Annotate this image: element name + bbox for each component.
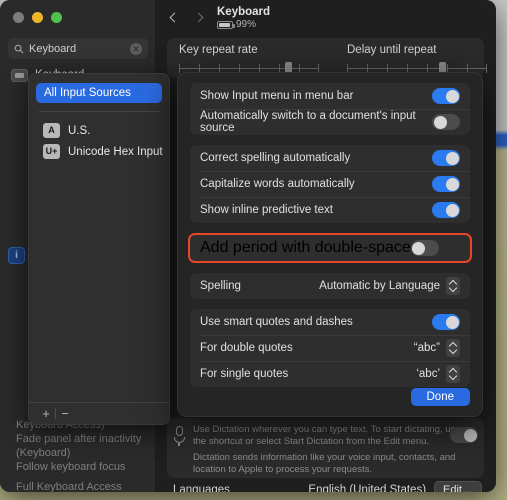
row-auto-switch-input-source[interactable]: Automatically switch to a document's inp… xyxy=(190,109,470,135)
page-title: Keyboard xyxy=(217,6,271,18)
search-icon xyxy=(14,44,24,53)
spelling-value: Automatic by Language xyxy=(319,280,440,292)
remove-input-source-button[interactable]: − xyxy=(56,406,74,421)
spelling-stepper-icon[interactable] xyxy=(446,277,460,295)
double-quotes-stepper-icon[interactable] xyxy=(446,339,460,357)
languages-row: Languages English (United States) Edit… xyxy=(173,481,482,492)
input-source-badge-icon: U+ xyxy=(43,144,60,159)
popover-item-all-input-sources[interactable]: All Input Sources xyxy=(36,83,162,103)
key-repeat-rate-label: Key repeat rate xyxy=(179,44,258,56)
input-menu-group: Show Input menu in menu bar Automaticall… xyxy=(190,83,470,135)
popover-divider xyxy=(39,111,159,112)
background-result-4: Full Keyboard Access xyxy=(16,481,122,492)
row-label: Add period with double-space xyxy=(200,239,411,256)
row-label: For double quotes xyxy=(200,342,293,354)
row-capitalize-words[interactable]: Capitalize words automatically xyxy=(190,171,470,197)
row-label: Automatically switch to a document's inp… xyxy=(200,110,416,134)
inline-predictive-text-toggle[interactable] xyxy=(432,202,460,218)
system-settings-window: Keyboard ✕ Keyboard Keyboard Access) Fad… xyxy=(0,0,496,492)
row-label: Show Input menu in menu bar xyxy=(200,90,354,102)
done-button[interactable]: Done xyxy=(410,388,470,406)
search-input-value: Keyboard xyxy=(29,42,77,55)
add-input-source-button[interactable]: + xyxy=(37,406,55,421)
back-button[interactable] xyxy=(165,8,185,30)
auto-switch-input-source-toggle[interactable] xyxy=(432,114,460,130)
zoom-button-icon[interactable] xyxy=(51,12,62,23)
row-add-period-with-double-space[interactable]: Add period with double-space xyxy=(188,233,472,263)
show-input-menu-toggle[interactable] xyxy=(432,88,460,104)
dictation-description-2: Dictation sends information like your vo… xyxy=(193,452,456,475)
smart-quotes-toggle[interactable] xyxy=(432,314,460,330)
dictation-card: Use Dictation wherever you can type text… xyxy=(167,418,484,478)
row-label: Show inline predictive text xyxy=(200,204,333,216)
spelling-options-group: Correct spelling automatically Capitaliz… xyxy=(190,145,470,223)
row-label: Spelling xyxy=(200,280,241,292)
row-show-input-menu[interactable]: Show Input menu in menu bar xyxy=(190,83,470,109)
info-badge-icon[interactable]: i xyxy=(8,247,25,264)
delay-until-repeat-label: Delay until repeat xyxy=(347,44,437,56)
microphone-icon xyxy=(173,426,185,446)
dictation-description-1: Use Dictation wherever you can type text… xyxy=(193,424,461,447)
input-source-badge-icon: A xyxy=(43,123,60,138)
row-double-quotes[interactable]: For double quotes “abc” xyxy=(190,335,470,361)
input-source-name: U.S. xyxy=(68,124,91,137)
text-input-sheet: Show Input menu in menu bar Automaticall… xyxy=(177,72,483,417)
row-inline-predictive-text[interactable]: Show inline predictive text xyxy=(190,197,470,223)
input-source-row-us[interactable]: A U.S. xyxy=(29,120,169,141)
screen: Keyboard ✕ Keyboard Keyboard Access) Fad… xyxy=(0,0,507,500)
row-spelling[interactable]: Spelling Automatic by Language xyxy=(190,273,470,299)
row-label: Use smart quotes and dashes xyxy=(200,316,353,328)
correct-spelling-toggle[interactable] xyxy=(432,150,460,166)
input-source-name: Unicode Hex Input xyxy=(68,145,163,158)
battery-icon xyxy=(217,20,235,29)
capitalize-words-toggle[interactable] xyxy=(432,176,460,192)
row-single-quotes[interactable]: For single quotes ‘abc’ xyxy=(190,361,470,387)
keyboard-icon xyxy=(11,68,28,82)
clear-search-icon[interactable]: ✕ xyxy=(130,42,142,55)
close-button-icon[interactable] xyxy=(13,12,24,23)
row-label: Correct spelling automatically xyxy=(200,152,351,164)
window-controls xyxy=(13,12,62,23)
add-period-double-space-toggle[interactable] xyxy=(410,240,439,256)
navigation-buttons xyxy=(165,8,209,30)
forward-button[interactable] xyxy=(189,8,209,30)
row-label: Capitalize words automatically xyxy=(200,178,355,190)
row-smart-quotes-dashes[interactable]: Use smart quotes and dashes xyxy=(190,309,470,335)
page-header: Keyboard 99% xyxy=(217,6,270,30)
row-label: For single quotes xyxy=(200,368,289,380)
search-input[interactable]: Keyboard ✕ xyxy=(8,38,148,59)
battery-status: 99% xyxy=(217,19,270,30)
languages-label: Languages xyxy=(173,484,230,492)
languages-value: English (United States) xyxy=(308,484,427,492)
single-quotes-stepper-icon[interactable] xyxy=(446,365,460,383)
popover-footer: + − xyxy=(29,402,169,424)
row-correct-spelling[interactable]: Correct spelling automatically xyxy=(190,145,470,171)
dictation-toggle[interactable] xyxy=(450,427,478,443)
double-quotes-value: “abc” xyxy=(413,342,440,354)
input-source-row-unicode-hex[interactable]: U+ Unicode Hex Input xyxy=(29,141,169,162)
edit-languages-button[interactable]: Edit… xyxy=(434,481,482,492)
smart-quotes-group: Use smart quotes and dashes For double q… xyxy=(190,309,470,387)
minimize-button-icon[interactable] xyxy=(32,12,43,23)
spelling-select-group: Spelling Automatic by Language xyxy=(190,273,470,299)
background-result-2: Fade panel after inactivity (Keyboard) xyxy=(16,433,142,459)
single-quotes-value: ‘abc’ xyxy=(416,368,440,380)
background-result-3: Follow keyboard focus xyxy=(16,461,126,473)
battery-percent: 99% xyxy=(236,19,257,30)
input-sources-popover: All Input Sources A U.S. U+ Unicode Hex … xyxy=(28,73,170,425)
